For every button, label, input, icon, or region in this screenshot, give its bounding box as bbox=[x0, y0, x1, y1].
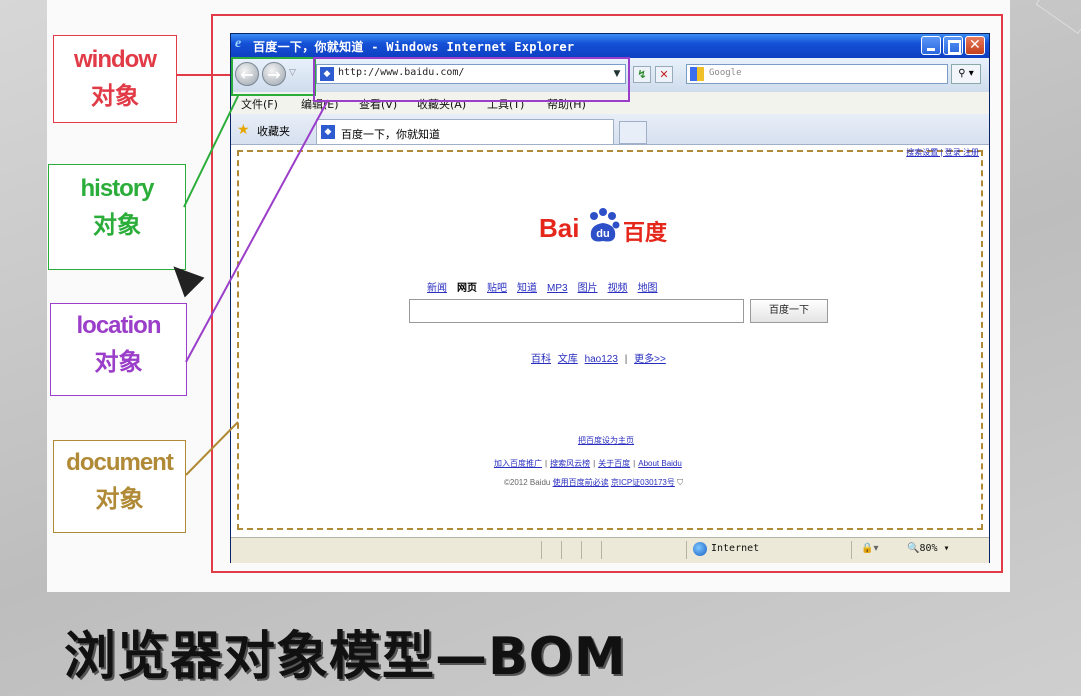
connector-lines bbox=[177, 74, 329, 476]
location-connector bbox=[185, 99, 329, 363]
slide-title: 浏览器对象模型—BOM bbox=[64, 627, 627, 687]
history-connector bbox=[183, 95, 239, 208]
document-connector bbox=[185, 421, 239, 476]
